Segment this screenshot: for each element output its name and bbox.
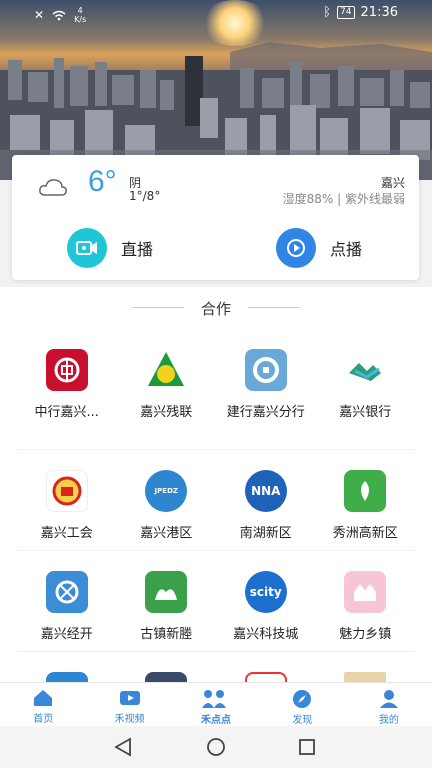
people-icon [202, 690, 227, 708]
partner-item[interactable]: 秀洲高新区 [316, 450, 416, 550]
back-icon[interactable] [114, 737, 131, 757]
disabled-federation-logo [145, 349, 188, 391]
xincheng-logo [145, 571, 188, 613]
wifi-icon [52, 10, 66, 20]
jingkai-logo [45, 571, 88, 613]
partner-item[interactable]: 魅力乡镇 [316, 551, 416, 651]
bottom-nav: 首页 禾视频 禾点点 发现 我的 [0, 682, 432, 726]
partner-item[interactable]: NNA 南湖新区 [216, 450, 316, 550]
home-icon [34, 690, 53, 706]
partner-item[interactable]: 古镇新塍 [117, 551, 217, 651]
nav-home[interactable]: 首页 [0, 683, 86, 726]
hero-banner: ✕ 4 K/s ᛒ 74 21:36 [0, 0, 432, 180]
nav-mine[interactable]: 我的 [346, 683, 432, 726]
partner-logo [244, 672, 287, 682]
partner-logo [45, 672, 88, 682]
vod-button[interactable]: 点播 [276, 228, 362, 268]
temperature-range: 1°/8° [129, 189, 161, 203]
notification-icon: ✕ [34, 8, 45, 22]
partner-item[interactable]: scity 嘉兴科技城 [216, 551, 316, 651]
partner-row-partial [17, 652, 415, 682]
user-icon [379, 690, 398, 708]
partner-item[interactable]: 中行嘉兴... [17, 349, 117, 449]
town-logo [344, 571, 387, 613]
clock: 21:36 [360, 5, 398, 20]
city-skyline [0, 42, 432, 180]
partner-logo [344, 672, 387, 682]
partner-item[interactable]: 建行嘉兴分行 [216, 349, 316, 449]
ccb-logo [244, 349, 287, 391]
weather-details: 湿度88% | 紫外线最弱 [282, 192, 405, 206]
weather-card: 6° 阴 1°/8° 嘉兴 湿度88% | 紫外线最弱 直播 点播 [12, 155, 419, 280]
jiaxing-bank-logo [344, 349, 387, 391]
partner-item[interactable]: 嘉兴银行 [316, 349, 416, 449]
live-button[interactable]: 直播 [67, 228, 153, 268]
city-name: 嘉兴 [380, 176, 405, 190]
partner-row: 中行嘉兴... 嘉兴残联 建行嘉兴分行 嘉兴银行 [17, 349, 415, 450]
section-title: 合作 [200, 300, 231, 318]
cloud-icon [39, 179, 67, 196]
nav-video[interactable]: 禾视频 [86, 683, 172, 726]
hitech-logo [344, 470, 387, 512]
jpedz-logo: JPEDZ [145, 470, 188, 512]
nanhu-logo: NNA [244, 470, 287, 512]
partner-item[interactable] [216, 652, 316, 682]
status-bar: ✕ 4 K/s ᛒ 74 21:36 [0, 0, 432, 26]
live-camera-icon [67, 228, 107, 268]
live-label: 直播 [121, 240, 154, 259]
vod-label: 点播 [330, 240, 363, 259]
bluetooth-icon: ᛒ [323, 5, 332, 20]
temperature: 6° [88, 165, 117, 198]
partner-row: 嘉兴工会 JPEDZ 嘉兴港区 NNA 南湖新区 秀洲高新区 [17, 450, 415, 551]
partner-item[interactable] [316, 652, 416, 682]
video-icon [119, 691, 140, 705]
bank-of-china-logo [45, 349, 88, 391]
partners-section: 合作 中行嘉兴... 嘉兴残联 建行嘉兴分行 嘉兴银行 嘉兴工会 JPEDZ 嘉… [0, 287, 432, 682]
partner-item[interactable]: JPEDZ 嘉兴港区 [117, 450, 217, 550]
scity-logo: scity [244, 571, 287, 613]
partner-grid: 中行嘉兴... 嘉兴残联 建行嘉兴分行 嘉兴银行 嘉兴工会 JPEDZ 嘉兴港区… [17, 349, 415, 682]
partner-item[interactable]: 嘉兴工会 [17, 450, 117, 550]
system-nav-bar [0, 726, 432, 768]
partner-item[interactable]: 嘉兴经开 [17, 551, 117, 651]
network-speed: 4 K/s [74, 6, 87, 24]
play-icon [276, 228, 316, 268]
partner-item[interactable] [117, 652, 217, 682]
nav-discover[interactable]: 发现 [259, 683, 345, 726]
recents-icon[interactable] [299, 739, 315, 755]
partner-logo [145, 672, 188, 682]
partner-row: 嘉兴经开 古镇新塍 scity 嘉兴科技城 魅力乡镇 [17, 551, 415, 652]
partner-item[interactable]: 嘉兴残联 [117, 349, 217, 449]
battery-indicator: 74 [337, 6, 355, 19]
partner-item[interactable] [17, 652, 117, 682]
nav-hediandian[interactable]: 禾点点 [173, 683, 259, 726]
title-divider-right [248, 307, 300, 308]
trade-union-logo [45, 470, 88, 512]
home-button-icon[interactable] [207, 738, 225, 756]
compass-icon [293, 690, 312, 708]
